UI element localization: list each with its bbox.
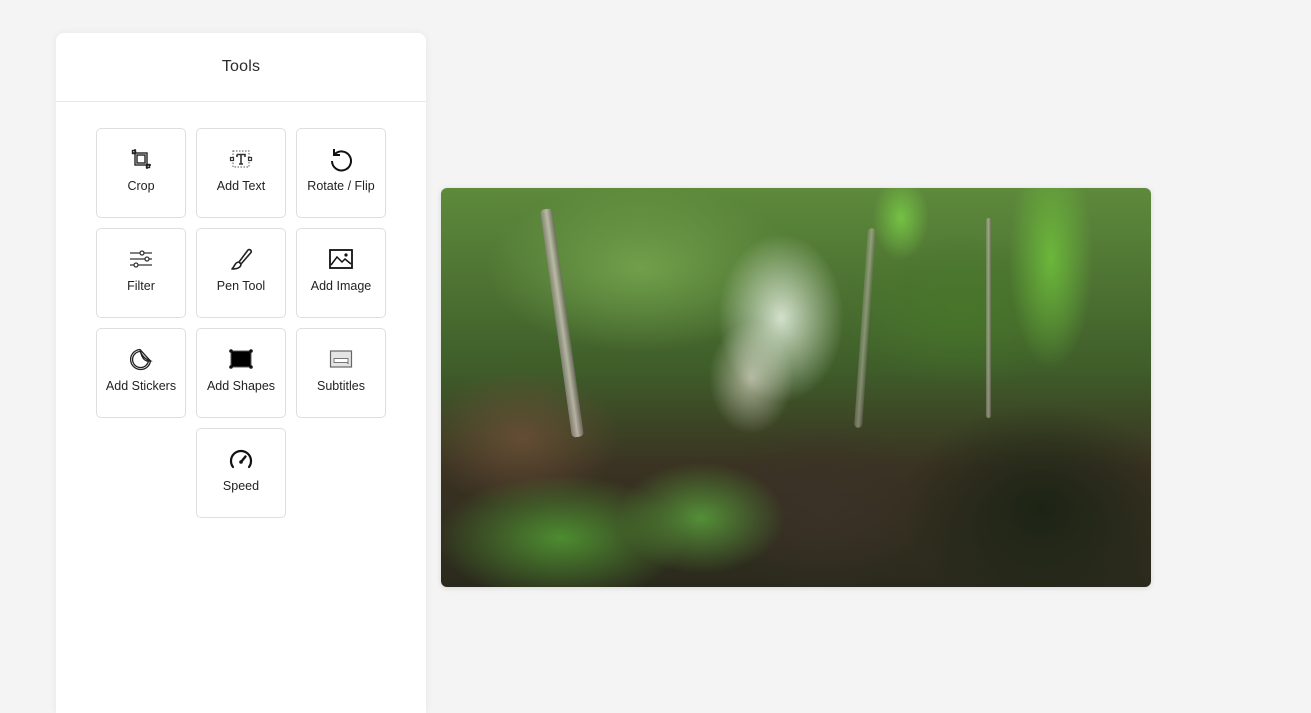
rectangle-shape-icon <box>227 345 255 373</box>
speedometer-icon <box>227 445 255 473</box>
tool-label: Add Shapes <box>206 379 276 393</box>
tool-label: Add Image <box>310 279 372 293</box>
text-box-icon <box>227 145 255 173</box>
add-text-button[interactable]: Add Text <box>196 128 286 218</box>
tool-label: Add Stickers <box>105 379 177 393</box>
add-image-button[interactable]: Add Image <box>296 228 386 318</box>
crop-icon <box>127 145 155 173</box>
speed-button[interactable]: Speed <box>196 428 286 518</box>
sticker-icon <box>127 345 155 373</box>
crop-button[interactable]: Crop <box>96 128 186 218</box>
rotate-flip-button[interactable]: Rotate / Flip <box>296 128 386 218</box>
tree-trunk <box>540 208 584 438</box>
tool-label: Rotate / Flip <box>307 179 375 193</box>
add-shapes-button[interactable]: Add Shapes <box>196 328 286 418</box>
pen-tool-button[interactable]: Pen Tool <box>196 228 286 318</box>
panel-title: Tools <box>221 58 261 75</box>
sliders-icon <box>127 245 155 273</box>
tool-label: Filter <box>127 279 155 293</box>
tree-trunk <box>986 218 991 418</box>
tool-label: Add Text <box>216 179 266 193</box>
tool-label: Pen Tool <box>216 279 266 293</box>
subtitles-icon <box>327 345 355 373</box>
tool-label: Crop <box>127 179 155 193</box>
rotate-icon <box>327 145 355 173</box>
subtitles-button[interactable]: Subtitles <box>296 328 386 418</box>
tree-trunk <box>854 227 876 429</box>
video-preview[interactable] <box>441 188 1151 587</box>
image-icon <box>327 245 355 273</box>
tool-label: Subtitles <box>317 379 365 393</box>
tool-label: Speed <box>222 479 260 493</box>
add-stickers-button[interactable]: Add Stickers <box>96 328 186 418</box>
brush-icon <box>227 245 255 273</box>
panel-header: Tools <box>56 33 426 102</box>
tools-panel: Tools Crop Add Text Rotate / Flip Filter… <box>56 33 426 713</box>
filter-button[interactable]: Filter <box>96 228 186 318</box>
tool-grid: Crop Add Text Rotate / Flip Filter Pen T… <box>96 128 386 518</box>
